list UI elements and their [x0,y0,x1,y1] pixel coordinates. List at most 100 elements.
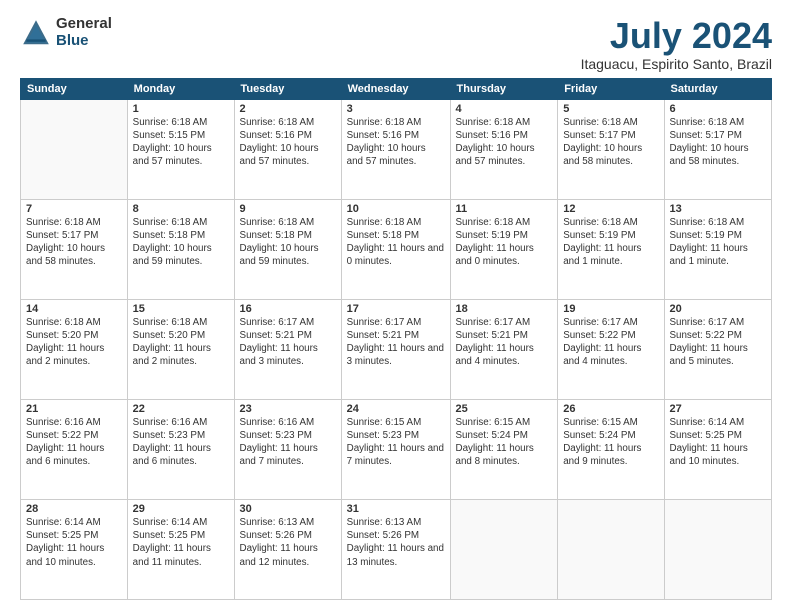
day-info: Sunrise: 6:14 AM Sunset: 5:25 PM Dayligh… [670,416,767,469]
calendar-cell: 19Sunrise: 6:17 AM Sunset: 5:22 PM Dayli… [558,299,664,399]
day-info: Sunrise: 6:16 AM Sunset: 5:22 PM Dayligh… [26,416,122,469]
calendar-cell: 25Sunrise: 6:15 AM Sunset: 5:24 PM Dayli… [450,399,558,499]
calendar-cell: 13Sunrise: 6:18 AM Sunset: 5:19 PM Dayli… [664,199,772,299]
day-info: Sunrise: 6:15 AM Sunset: 5:24 PM Dayligh… [456,416,553,469]
calendar-cell: 4Sunrise: 6:18 AM Sunset: 5:16 PM Daylig… [450,99,558,199]
calendar-cell: 31Sunrise: 6:13 AM Sunset: 5:26 PM Dayli… [341,499,450,599]
logo-text: General Blue [56,16,112,49]
header-saturday: Saturday [664,78,772,99]
calendar-cell: 20Sunrise: 6:17 AM Sunset: 5:22 PM Dayli… [664,299,772,399]
day-number: 4 [456,103,553,115]
header-sunday: Sunday [21,78,128,99]
day-info: Sunrise: 6:18 AM Sunset: 5:16 PM Dayligh… [240,116,336,169]
day-number: 21 [26,403,122,415]
day-info: Sunrise: 6:15 AM Sunset: 5:24 PM Dayligh… [563,416,658,469]
week-row-4: 21Sunrise: 6:16 AM Sunset: 5:22 PM Dayli… [21,399,772,499]
day-info: Sunrise: 6:18 AM Sunset: 5:19 PM Dayligh… [563,216,658,269]
calendar-cell: 15Sunrise: 6:18 AM Sunset: 5:20 PM Dayli… [127,299,234,399]
calendar-cell: 6Sunrise: 6:18 AM Sunset: 5:17 PM Daylig… [664,99,772,199]
day-number: 22 [133,403,229,415]
day-info: Sunrise: 6:18 AM Sunset: 5:18 PM Dayligh… [240,216,336,269]
day-number: 24 [347,403,445,415]
calendar-cell [450,499,558,599]
day-info: Sunrise: 6:16 AM Sunset: 5:23 PM Dayligh… [133,416,229,469]
day-info: Sunrise: 6:17 AM Sunset: 5:22 PM Dayligh… [670,316,767,369]
day-info: Sunrise: 6:18 AM Sunset: 5:16 PM Dayligh… [347,116,445,169]
calendar-cell: 29Sunrise: 6:14 AM Sunset: 5:25 PM Dayli… [127,499,234,599]
calendar-cell: 9Sunrise: 6:18 AM Sunset: 5:18 PM Daylig… [234,199,341,299]
calendar-cell: 2Sunrise: 6:18 AM Sunset: 5:16 PM Daylig… [234,99,341,199]
logo-blue: Blue [56,33,112,50]
calendar-cell: 1Sunrise: 6:18 AM Sunset: 5:15 PM Daylig… [127,99,234,199]
day-info: Sunrise: 6:18 AM Sunset: 5:19 PM Dayligh… [670,216,767,269]
day-number: 18 [456,303,553,315]
header-wednesday: Wednesday [341,78,450,99]
day-info: Sunrise: 6:17 AM Sunset: 5:21 PM Dayligh… [347,316,445,369]
day-number: 20 [670,303,767,315]
day-number: 9 [240,203,336,215]
logo-general: General [56,16,112,33]
day-info: Sunrise: 6:17 AM Sunset: 5:22 PM Dayligh… [563,316,658,369]
day-info: Sunrise: 6:18 AM Sunset: 5:17 PM Dayligh… [670,116,767,169]
day-number: 27 [670,403,767,415]
page: General Blue July 2024 Itaguacu, Espirit… [0,0,792,612]
day-number: 28 [26,503,122,515]
calendar-cell: 17Sunrise: 6:17 AM Sunset: 5:21 PM Dayli… [341,299,450,399]
calendar-cell: 16Sunrise: 6:17 AM Sunset: 5:21 PM Dayli… [234,299,341,399]
calendar-cell [558,499,664,599]
day-number: 5 [563,103,658,115]
day-number: 1 [133,103,229,115]
calendar-cell [664,499,772,599]
day-info: Sunrise: 6:18 AM Sunset: 5:20 PM Dayligh… [133,316,229,369]
day-info: Sunrise: 6:18 AM Sunset: 5:19 PM Dayligh… [456,216,553,269]
week-row-5: 28Sunrise: 6:14 AM Sunset: 5:25 PM Dayli… [21,499,772,599]
day-number: 12 [563,203,658,215]
location: Itaguacu, Espirito Santo, Brazil [581,56,772,72]
header-tuesday: Tuesday [234,78,341,99]
day-info: Sunrise: 6:14 AM Sunset: 5:25 PM Dayligh… [26,516,122,569]
calendar-cell: 10Sunrise: 6:18 AM Sunset: 5:18 PM Dayli… [341,199,450,299]
day-info: Sunrise: 6:18 AM Sunset: 5:15 PM Dayligh… [133,116,229,169]
calendar-cell: 27Sunrise: 6:14 AM Sunset: 5:25 PM Dayli… [664,399,772,499]
day-info: Sunrise: 6:17 AM Sunset: 5:21 PM Dayligh… [456,316,553,369]
day-info: Sunrise: 6:18 AM Sunset: 5:18 PM Dayligh… [133,216,229,269]
day-info: Sunrise: 6:13 AM Sunset: 5:26 PM Dayligh… [347,516,445,569]
day-number: 10 [347,203,445,215]
calendar-cell: 5Sunrise: 6:18 AM Sunset: 5:17 PM Daylig… [558,99,664,199]
day-number: 13 [670,203,767,215]
logo-icon [20,17,52,49]
header-friday: Friday [558,78,664,99]
day-number: 26 [563,403,658,415]
day-info: Sunrise: 6:18 AM Sunset: 5:18 PM Dayligh… [347,216,445,269]
calendar-cell: 3Sunrise: 6:18 AM Sunset: 5:16 PM Daylig… [341,99,450,199]
day-number: 23 [240,403,336,415]
calendar-cell: 8Sunrise: 6:18 AM Sunset: 5:18 PM Daylig… [127,199,234,299]
calendar-cell: 30Sunrise: 6:13 AM Sunset: 5:26 PM Dayli… [234,499,341,599]
title-block: July 2024 Itaguacu, Espirito Santo, Braz… [581,16,772,72]
calendar-cell: 24Sunrise: 6:15 AM Sunset: 5:23 PM Dayli… [341,399,450,499]
day-info: Sunrise: 6:18 AM Sunset: 5:17 PM Dayligh… [26,216,122,269]
header-thursday: Thursday [450,78,558,99]
day-number: 3 [347,103,445,115]
day-info: Sunrise: 6:13 AM Sunset: 5:26 PM Dayligh… [240,516,336,569]
day-number: 6 [670,103,767,115]
day-number: 25 [456,403,553,415]
calendar-cell: 7Sunrise: 6:18 AM Sunset: 5:17 PM Daylig… [21,199,128,299]
day-number: 8 [133,203,229,215]
week-row-1: 1Sunrise: 6:18 AM Sunset: 5:15 PM Daylig… [21,99,772,199]
calendar-cell: 11Sunrise: 6:18 AM Sunset: 5:19 PM Dayli… [450,199,558,299]
day-info: Sunrise: 6:16 AM Sunset: 5:23 PM Dayligh… [240,416,336,469]
day-number: 31 [347,503,445,515]
day-info: Sunrise: 6:17 AM Sunset: 5:21 PM Dayligh… [240,316,336,369]
day-number: 15 [133,303,229,315]
week-row-2: 7Sunrise: 6:18 AM Sunset: 5:17 PM Daylig… [21,199,772,299]
header: General Blue July 2024 Itaguacu, Espirit… [20,16,772,72]
logo: General Blue [20,16,112,49]
calendar-table: Sunday Monday Tuesday Wednesday Thursday… [20,78,772,600]
calendar-cell: 18Sunrise: 6:17 AM Sunset: 5:21 PM Dayli… [450,299,558,399]
calendar-cell [21,99,128,199]
day-info: Sunrise: 6:18 AM Sunset: 5:20 PM Dayligh… [26,316,122,369]
day-number: 7 [26,203,122,215]
calendar-cell: 28Sunrise: 6:14 AM Sunset: 5:25 PM Dayli… [21,499,128,599]
day-number: 14 [26,303,122,315]
